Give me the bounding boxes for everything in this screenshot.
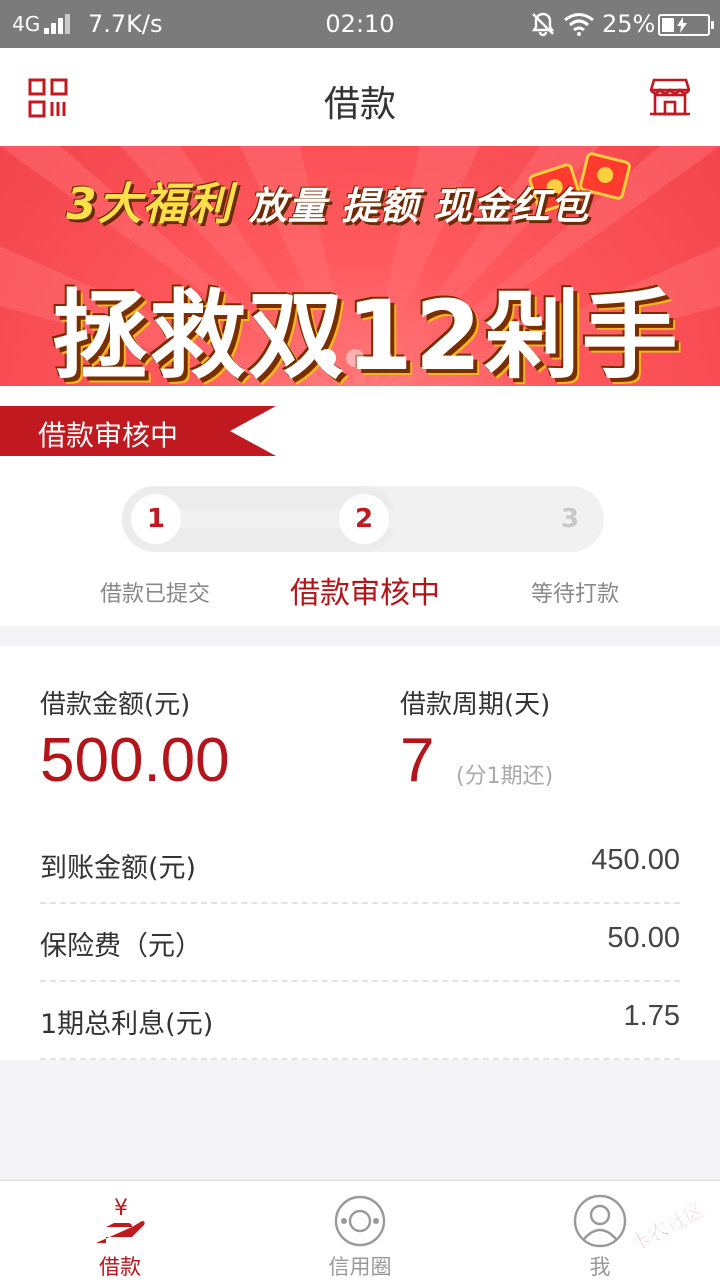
bottom-tab-bar: ¥ 借款 信用圈 我 [0,1180,720,1280]
detail-row-value: 1.75 [623,1000,680,1032]
tab-label: 借款 [99,1255,141,1279]
status-bar: 4G 7.7K/s 02:10 25% [0,0,720,48]
loan-hand-yen-icon: ¥ [96,1196,145,1243]
banner-dot-1[interactable] [318,349,336,367]
detail-row-insurance: 保险费（元） 50.00 [40,904,680,982]
tab-loan[interactable]: ¥ 借款 [0,1181,240,1280]
tab-credit-circle[interactable]: 信用圈 [240,1181,480,1280]
store-icon[interactable] [650,76,690,116]
banner-dot-2[interactable] [346,349,364,367]
page-title: 借款 [323,84,396,125]
mute-bell-icon [531,12,555,37]
battery-percent: 25% [602,10,656,38]
battery-charging-icon [658,14,714,36]
community-watermark: 卡农社区 [618,1192,714,1256]
banner-pagination[interactable] [318,349,402,369]
loan-amount-label: 借款金额(元) [40,690,191,720]
loan-amount-value: 500.00 [40,726,230,795]
loan-period-value: 7 [400,726,435,795]
step-3-label: 等待打款 [531,582,620,607]
loan-period-note: (分1期还) [456,764,554,789]
banner-dot-3[interactable] [374,349,392,367]
detail-row-interest: 1期总利息(元) 1.75 [40,982,680,1060]
status-ribbon: 借款审核中 [0,406,276,456]
banner-benefit-items: 放量 提额 现金红包 [248,184,590,228]
detail-row-value: 50.00 [607,922,680,954]
detail-row-label: 保险费（元） [40,931,202,962]
loan-period-label: 借款周期(天) [400,690,551,720]
credit-circle-icon [334,1195,386,1247]
step-1-label: 借款已提交 [100,582,211,607]
tab-label: 信用圈 [328,1255,392,1279]
step-3-circle: 3 [560,504,580,534]
svg-text:¥: ¥ [114,1196,128,1221]
status-ribbon-label: 借款审核中 [38,419,179,452]
detail-row-label: 到账金额(元) [40,853,197,884]
detail-row-received: 到账金额(元) 450.00 [40,826,680,904]
banner-benefits: 3大福利 [66,179,233,230]
detail-row-label: 1期总利息(元) [40,1009,214,1040]
step-2-label: 借款审核中 [290,576,440,611]
detail-row-value: 450.00 [591,844,680,876]
step-1-circle: 1 [131,494,181,544]
step-2-circle: 2 [339,494,389,544]
banner-headline: 3大福利 放量 提额 现金红包 [66,168,589,232]
watermark-text: 卡农社区 [626,1197,708,1256]
nav-bar: 借款 [0,48,720,146]
wifi-icon [564,13,594,36]
